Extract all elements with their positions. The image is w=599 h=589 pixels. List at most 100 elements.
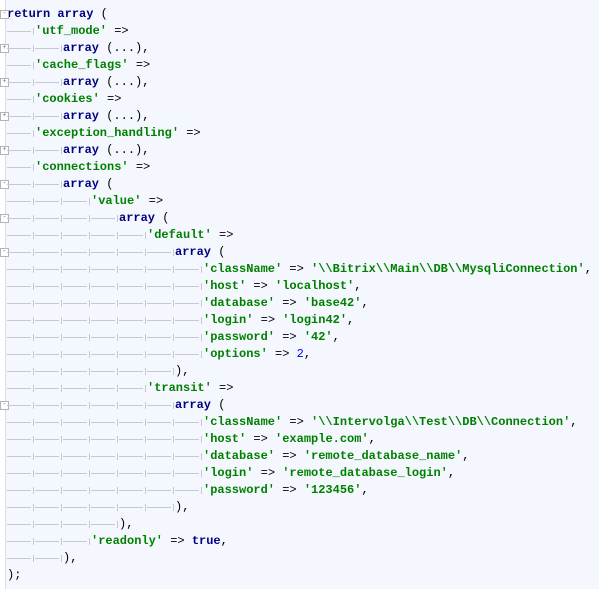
code-line[interactable]: 'utf_mode' => — [0, 23, 599, 40]
code-line[interactable]: + array (...), — [0, 142, 599, 159]
code-token: , — [462, 449, 470, 463]
code-line[interactable]: - array ( — [0, 210, 599, 227]
code-line[interactable]: - array ( — [0, 244, 599, 261]
code-line[interactable]: ), — [0, 550, 599, 567]
tab-indent-marker — [147, 465, 175, 482]
tab-indent-marker — [147, 414, 175, 431]
code-line[interactable]: 'password' => '42', — [0, 329, 599, 346]
keyword-token: array — [63, 143, 100, 157]
code-token: , — [584, 262, 592, 276]
tab-indent-marker — [35, 499, 63, 516]
code-token: => — [246, 279, 276, 293]
tab-indent-marker — [175, 448, 203, 465]
string-token: 'options' — [203, 347, 268, 361]
code-line[interactable]: 'login' => 'login42', — [0, 312, 599, 329]
tab-indent-marker — [35, 295, 63, 312]
tab-indent-marker — [7, 346, 35, 363]
tab-indent-marker — [175, 278, 203, 295]
tab-indent-marker — [175, 431, 203, 448]
code-line[interactable]: 'className' => '\\Intervolga\\Test\\DB\\… — [0, 414, 599, 431]
code-line[interactable]: - array ( — [0, 176, 599, 193]
code-line[interactable]: + array (...), — [0, 40, 599, 57]
tab-indent-marker — [119, 448, 147, 465]
tab-indent-marker — [7, 142, 35, 159]
code-line[interactable]: ), — [0, 516, 599, 533]
string-token: 'password' — [203, 483, 276, 497]
string-token: '42' — [303, 330, 333, 344]
keyword-token: array — [175, 398, 212, 412]
tab-indent-marker — [147, 346, 175, 363]
tab-indent-marker — [147, 244, 175, 261]
tab-indent-marker — [91, 431, 119, 448]
code-line[interactable]: 'options' => 2, — [0, 346, 599, 363]
code-line[interactable]: 'host' => 'localhost', — [0, 278, 599, 295]
tab-indent-marker — [63, 329, 91, 346]
code-line[interactable]: 'password' => '123456', — [0, 482, 599, 499]
tab-indent-marker — [63, 380, 91, 397]
code-line[interactable]: ), — [0, 363, 599, 380]
code-editor[interactable]: - return array ('utf_mode' => + array (...)… — [0, 6, 599, 584]
code-line[interactable]: 'transit' => — [0, 380, 599, 397]
tab-indent-marker — [91, 295, 119, 312]
code-line[interactable]: 'database' => 'base42', — [0, 295, 599, 312]
code-line[interactable]: 'readonly' => true, — [0, 533, 599, 550]
tab-indent-marker — [7, 57, 35, 74]
code-line[interactable]: 'className' => '\\Bitrix\\Main\\DB\\Mysq… — [0, 261, 599, 278]
code-line[interactable]: 'cookies' => — [0, 91, 599, 108]
tab-indent-marker — [35, 431, 63, 448]
tab-indent-marker — [35, 329, 63, 346]
tab-indent-marker — [147, 448, 175, 465]
code-line[interactable]: ); — [0, 567, 599, 584]
tab-indent-marker — [63, 346, 91, 363]
code-line[interactable]: + array (...), — [0, 108, 599, 125]
tab-indent-marker — [91, 312, 119, 329]
tab-indent-marker — [147, 312, 175, 329]
tab-indent-marker — [63, 295, 91, 312]
fold-collapse-icon[interactable]: - — [0, 10, 9, 19]
string-token: 'login' — [203, 313, 254, 327]
keyword-token: array — [119, 211, 156, 225]
string-token: 'database' — [203, 296, 276, 310]
tab-indent-marker — [7, 312, 35, 329]
code-line[interactable]: 'host' => 'example.com', — [0, 431, 599, 448]
string-token: 'connections' — [35, 160, 129, 174]
code-line[interactable]: 'exception_handling' => — [0, 125, 599, 142]
tab-indent-marker — [35, 516, 63, 533]
code-line[interactable]: 'value' => — [0, 193, 599, 210]
code-line[interactable]: 'connections' => — [0, 159, 599, 176]
tab-indent-marker — [63, 448, 91, 465]
code-token: ), — [63, 551, 78, 565]
code-line[interactable]: 'default' => — [0, 227, 599, 244]
code-token: => — [163, 534, 192, 548]
code-line[interactable]: 'database' => 'remote_database_name', — [0, 448, 599, 465]
tab-indent-marker — [175, 329, 203, 346]
code-line[interactable]: ), — [0, 499, 599, 516]
tab-indent-marker — [175, 482, 203, 499]
code-line[interactable]: 'login' => 'remote_database_login', — [0, 465, 599, 482]
tab-indent-marker — [119, 397, 147, 414]
tab-indent-marker — [35, 414, 63, 431]
tab-indent-marker — [35, 448, 63, 465]
tab-indent-marker — [35, 40, 63, 57]
tab-indent-marker — [63, 516, 91, 533]
tab-indent-marker — [175, 261, 203, 278]
tab-indent-marker — [119, 244, 147, 261]
code-line[interactable]: - return array ( — [0, 6, 599, 23]
code-line[interactable]: 'cache_flags' => — [0, 57, 599, 74]
tab-indent-marker — [147, 295, 175, 312]
tab-indent-marker — [7, 380, 35, 397]
tab-indent-marker — [91, 482, 119, 499]
code-token: , — [570, 415, 578, 429]
code-line[interactable]: - array ( — [0, 397, 599, 414]
code-token: , — [220, 534, 228, 548]
tab-indent-marker — [63, 397, 91, 414]
tab-indent-marker — [119, 465, 147, 482]
code-line[interactable]: + array (...), — [0, 74, 599, 91]
tab-indent-marker — [35, 312, 63, 329]
tab-indent-marker — [35, 142, 63, 159]
string-token: 'transit' — [147, 381, 212, 395]
code-token: => — [211, 381, 234, 395]
tab-indent-marker — [7, 23, 35, 40]
tab-indent-marker — [91, 448, 119, 465]
tab-indent-marker — [7, 550, 35, 567]
